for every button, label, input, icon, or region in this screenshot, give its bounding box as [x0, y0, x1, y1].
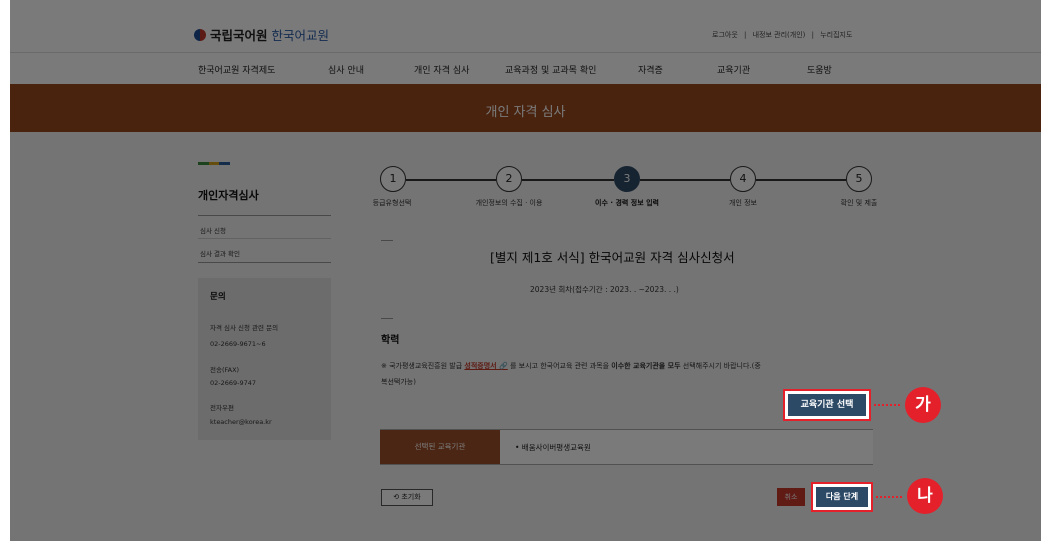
step-connector	[756, 179, 846, 181]
main-nav: 한국어교원 자격제도 심사 안내 개인 자격 심사 교육과정 및 교과목 확인 …	[10, 52, 1041, 85]
contact-box: 문의 자격 심사 신청 관련 문의 02-2669-9671~6 전송(FAX)…	[198, 278, 331, 440]
notice-mid: 를 보시고 한국어교육 관련 과목을	[509, 362, 610, 370]
notice-bold: 이수한 교육기관을 모두	[611, 362, 681, 370]
callout-b: 나	[907, 478, 943, 514]
nav-item-guide[interactable]: 심사 안내	[328, 63, 364, 76]
step-connector	[640, 179, 730, 181]
step-3-label: 이수 · 경력 정보 입력	[595, 199, 659, 207]
contact-email: kteacher@korea.kr	[210, 418, 272, 426]
step-2: 2	[496, 166, 522, 192]
top-header: 국립국어원 한국어교원 로그아웃 | 내정보 관리(개인) | 누리집지도	[10, 0, 1041, 52]
nav-item-certificate[interactable]: 자격증	[638, 63, 663, 76]
contact-email-label: 전자우편	[210, 404, 234, 412]
sidebar-item-apply[interactable]: 심사 신청	[200, 225, 226, 235]
sidebar-accent	[198, 162, 231, 165]
reset-button[interactable]: ⟲ 초기화	[381, 489, 433, 506]
next-step-label: 다음 단계	[816, 487, 868, 507]
step-4-label: 개인 정보	[729, 199, 757, 207]
step-1-label: 등급유형선택	[372, 199, 412, 207]
notice-line2: 복선택가능)	[381, 378, 416, 386]
step-2-label: 개인정보의 수집 · 이용	[475, 199, 543, 207]
sidebar-divider	[198, 262, 331, 263]
nav-item-institutions[interactable]: 교육기관	[717, 63, 750, 76]
nav-item-individual[interactable]: 개인 자격 심사	[414, 63, 469, 76]
select-institution-label: 교육기관 선택	[788, 394, 866, 416]
sidebar-divider	[198, 215, 331, 216]
site-logo[interactable]: 국립국어원 한국어교원	[194, 25, 329, 44]
contact-heading: 문의	[210, 292, 226, 302]
brand-name: 국립국어원	[210, 28, 268, 43]
my-info-link[interactable]: 내정보 관리(개인)	[753, 31, 806, 39]
step-connector	[522, 179, 614, 181]
selected-institution-table: 선택된 교육기관 • 배움사이버평생교육원	[380, 429, 873, 465]
notice-text: ※ 국가평생교육진흥원 발급 성적증명서 🔗 를 보시고 한국어교육 관련 과목…	[381, 361, 761, 371]
sitemap-link[interactable]: 누리집지도	[820, 31, 852, 39]
page-banner: 개인 자격 심사	[10, 84, 1041, 132]
contact-fax: 02-2669-9747	[210, 379, 257, 387]
form-subtitle: 2023년 회차(접수기간 : 2023. . ~2023. . .)	[530, 285, 679, 294]
form-title: [별지 제1호 서식] 한국어교원 자격 심사신청서	[490, 250, 735, 265]
taegeuk-icon	[194, 28, 206, 41]
contact-fax-label: 전송(FAX)	[210, 366, 240, 374]
step-connector	[406, 179, 496, 181]
util-separator: |	[744, 31, 747, 39]
contact-label: 자격 심사 신청 관련 문의	[210, 324, 279, 332]
step-5: 5	[846, 166, 872, 192]
util-separator: |	[811, 31, 814, 39]
notice-prefix: ※ 국가평생교육진흥원 발급	[381, 362, 463, 370]
decor-dash	[381, 240, 393, 241]
callout-connector	[874, 404, 900, 406]
next-step-button[interactable]: 다음 단계	[811, 482, 873, 512]
step-1: 1	[380, 166, 406, 192]
page: 국립국어원 한국어교원 로그아웃 | 내정보 관리(개인) | 누리집지도 한국…	[10, 0, 1041, 541]
sidebar-title: 개인자격심사	[198, 189, 259, 202]
nav-item-help[interactable]: 도움방	[807, 63, 832, 76]
nav-item-curriculum[interactable]: 교육과정 및 교과목 확인	[505, 63, 596, 76]
step-4: 4	[730, 166, 756, 192]
transcript-link[interactable]: 성적증명서 🔗	[464, 362, 507, 370]
step-3-active: 3	[614, 166, 640, 192]
contact-phone: 02-2669-9671~6	[210, 340, 266, 348]
callout-connector	[876, 496, 902, 498]
notice-end: 선택해주시기 바랍니다.(중	[682, 362, 761, 370]
callout-a: 가	[905, 387, 941, 423]
nav-item-system[interactable]: 한국어교원 자격제도	[198, 63, 275, 76]
decor-dash	[381, 318, 393, 319]
brand-sub: 한국어교원	[271, 28, 330, 43]
cancel-button[interactable]: 취소	[777, 488, 805, 506]
sidebar-divider	[198, 238, 331, 239]
table-value: • 배움사이버평생교육원	[515, 443, 591, 452]
sidebar-item-result[interactable]: 심사 결과 확인	[200, 248, 240, 258]
step-5-label: 확인 및 제출	[840, 199, 878, 207]
table-label: 선택된 교육기관	[380, 430, 500, 464]
utility-links: 로그아웃 | 내정보 관리(개인) | 누리집지도	[710, 30, 854, 40]
select-institution-button[interactable]: 교육기관 선택	[783, 389, 871, 421]
logout-link[interactable]: 로그아웃	[712, 31, 738, 39]
banner-title: 개인 자격 심사	[485, 105, 566, 120]
section-heading-education: 학력	[381, 335, 400, 346]
